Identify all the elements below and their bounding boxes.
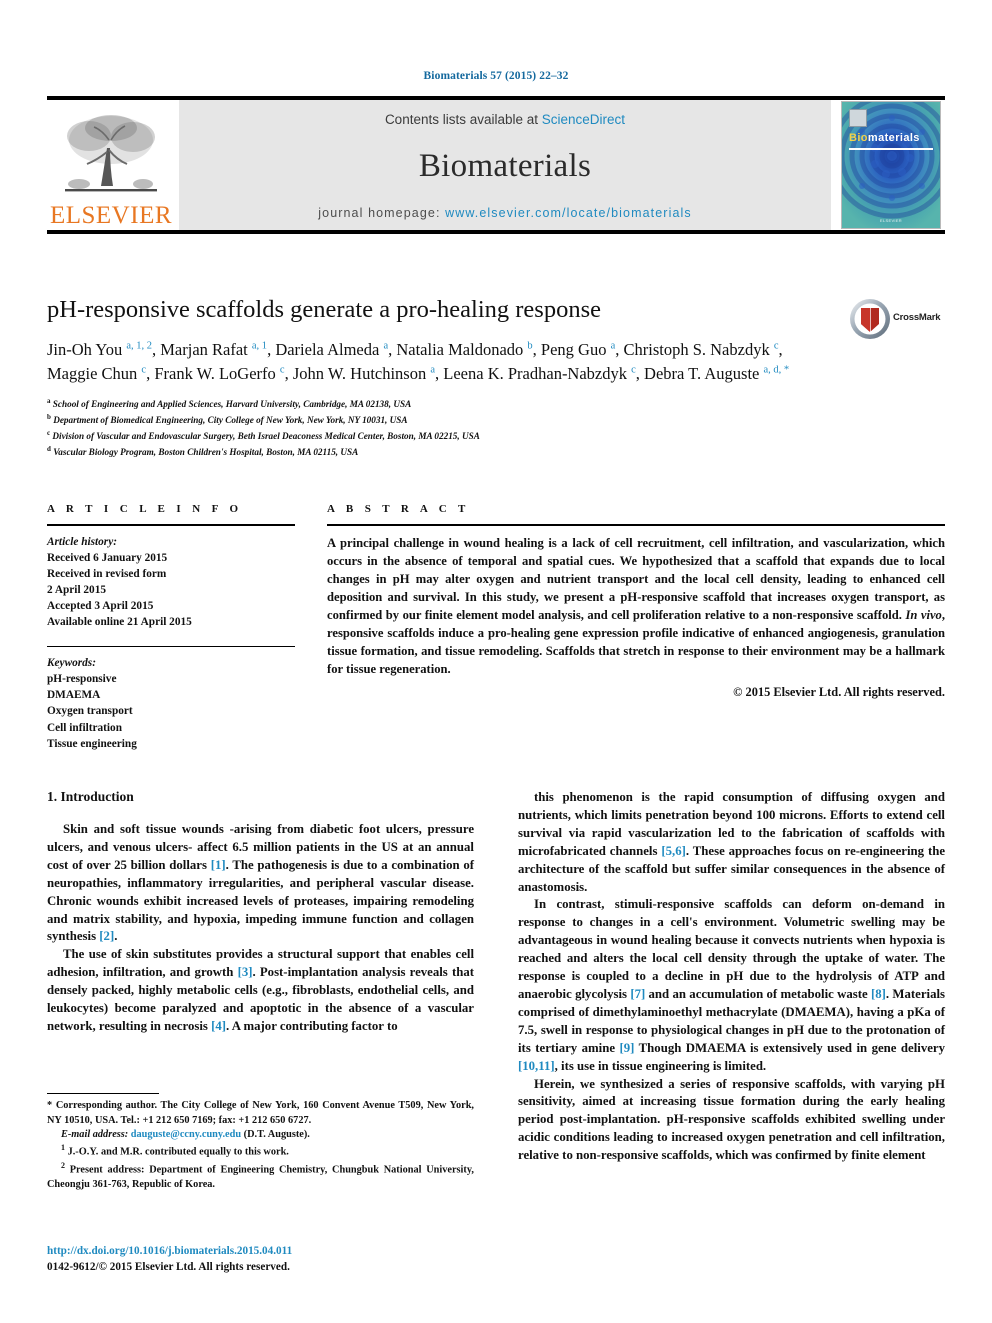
cover-title-rest: materials (867, 132, 920, 144)
footnote-2: 2 Present address: Department of Enginee… (47, 1160, 474, 1192)
contents-list-line: Contents lists available at ScienceDirec… (385, 112, 625, 127)
author-list: Jin-Oh You a, 1, 2, Marjan Rafat a, 1, D… (47, 340, 790, 383)
journal-homepage-line: journal homepage: www.elsevier.com/locat… (318, 206, 691, 220)
abstract-rule (327, 524, 945, 526)
abstract-copyright: © 2015 Elsevier Ltd. All rights reserved… (733, 684, 945, 699)
article-history-item: 2 April 2015 (47, 583, 106, 596)
running-head: Biomaterials 57 (2015) 22–32 (423, 70, 569, 82)
homepage-prefix: journal homepage: (318, 206, 446, 220)
body-paragraph: Herein, we synthesized a series of respo… (518, 1076, 945, 1163)
masthead-bottom-rule (47, 230, 945, 234)
cover-footer-text: ELSEVIER (880, 218, 902, 223)
body-paragraph: In contrast, stimuli-responsive scaffold… (518, 897, 945, 1073)
masthead-center: Contents lists available at ScienceDirec… (179, 100, 831, 230)
corresponding-author-note: * Corresponding author. The City College… (47, 1100, 474, 1126)
footnote-2-text: Present address: Department of Engineeri… (47, 1164, 474, 1191)
article-history-item: Accepted 3 April 2015 (47, 599, 154, 612)
article-history-item: Received 6 January 2015 (47, 551, 168, 564)
abstract-column: A B S T R A C T A principal challenge in… (327, 503, 945, 700)
article-history-item: Received in revised form (47, 567, 167, 580)
title-block: CrossMark pH-responsive scaffolds genera… (47, 296, 945, 460)
keyword-item: Oxygen transport (47, 705, 133, 718)
crossmark-label: CrossMark (893, 312, 941, 323)
journal-cover-image: Biomaterials ELSEVIER (841, 101, 941, 229)
body-paragraph: Skin and soft tissue wounds -arising fro… (47, 822, 475, 944)
journal-title: Biomaterials (418, 148, 592, 184)
footnote-1: 1 J.-O.Y. and M.R. contributed equally t… (47, 1142, 474, 1160)
journal-homepage-link[interactable]: www.elsevier.com/locate/biomaterials (445, 206, 692, 220)
journal-masthead: ELSEVIER Contents lists available at Sci… (47, 96, 945, 234)
footnotes-block: * Corresponding author. The City College… (47, 1093, 474, 1192)
keyword-item: DMAEMA (47, 689, 101, 702)
abstract-text: A principal challenge in wound healing i… (327, 535, 945, 676)
crossmark-badge[interactable]: CrossMark (849, 298, 945, 344)
doi-block: http://dx.doi.org/10.1016/j.biomaterials… (47, 1243, 477, 1275)
affiliation-c: c Division of Vascular and Endovascular … (47, 428, 480, 442)
article-info-heading: A R T I C L E I N F O (47, 503, 243, 515)
email-note: E-mail address: dauguste@ccny.cuny.edu (… (47, 1128, 474, 1142)
cover-title-bio: Bio (849, 132, 868, 144)
cover-title-underline (849, 148, 933, 150)
footnote-1-mark: 1 (61, 1143, 65, 1153)
footnote-2-mark: 2 (61, 1161, 65, 1171)
footnote-rule (47, 1093, 159, 1095)
body-right-column: this phenomenon is the rapid consumption… (518, 789, 945, 1165)
cover-journal-title: Biomaterials (849, 132, 920, 144)
affiliation-d: d Vascular Biology Program, Boston Child… (47, 444, 359, 457)
affiliation-list: a School of Engineering and Applied Scie… (47, 396, 945, 460)
journal-cover-cell: Biomaterials ELSEVIER (837, 100, 945, 230)
article-history-items: Received 6 January 2015 Received in revis… (47, 550, 295, 630)
left-paragraphs: Skin and soft tissue wounds -arising fro… (47, 821, 474, 1036)
cover-stamp-icon (849, 109, 867, 127)
crossmark-icon (850, 299, 890, 339)
doi-link[interactable]: http://dx.doi.org/10.1016/j.biomaterials… (47, 1243, 477, 1259)
article-info-rule (47, 524, 295, 526)
section-heading-introduction: 1. Introduction (47, 789, 134, 804)
body-paragraph: The use of skin substitutes provides a s… (47, 947, 474, 1033)
keywords-block: Keywords: pH-responsive DMAEMA Oxygen tran… (47, 655, 295, 751)
email-link[interactable]: dauguste@ccny.cuny.edu (131, 1129, 241, 1140)
right-paragraphs: this phenomenon is the rapid consumption… (518, 789, 945, 1165)
email-label: E-mail address: (61, 1129, 129, 1140)
journal-article-page: Biomaterials 57 (2015) 22–32 ELSEVIER Co… (0, 0, 992, 1323)
abstract-heading: A B S T R A C T (327, 503, 470, 515)
contents-prefix: Contents lists available at (384, 112, 542, 127)
affiliation-b: b Department of Biomedical Engineering, … (47, 412, 408, 426)
issn-copyright-line: 0142-9612/© 2015 Elsevier Ltd. All right… (47, 1261, 290, 1274)
keyword-item: Tissue engineering (47, 737, 137, 750)
keyword-item: pH-responsive (47, 673, 117, 686)
article-info-column: A R T I C L E I N F O Article history: R… (47, 503, 295, 752)
article-history: Article history: Received 6 January 2015… (47, 534, 295, 630)
page-title: pH-responsive scaffolds generate a pro-h… (47, 296, 602, 323)
keyword-item: Cell infiltration (47, 721, 122, 734)
affiliation-a: a School of Engineering and Applied Scie… (47, 397, 412, 410)
sciencedirect-link[interactable]: ScienceDirect (542, 112, 625, 127)
body-paragraph: this phenomenon is the rapid consumption… (518, 790, 946, 894)
elsevier-tree-icon (65, 115, 157, 192)
article-history-label: Article history: (47, 535, 117, 548)
keyword-items: pH-responsive DMAEMA Oxygen transport Cell … (47, 671, 295, 751)
keywords-label: Keywords: (47, 657, 96, 670)
article-history-item: Available online 21 April 2015 (47, 615, 192, 628)
footnote-1-text: J.-O.Y. and M.R. contributed equally to … (67, 1146, 289, 1158)
keywords-rule (47, 645, 295, 648)
elsevier-wordmark: ELSEVIER (49, 202, 173, 229)
elsevier-logo: ELSEVIER (47, 100, 175, 230)
email-suffix: (D.T. Auguste). (243, 1129, 310, 1140)
